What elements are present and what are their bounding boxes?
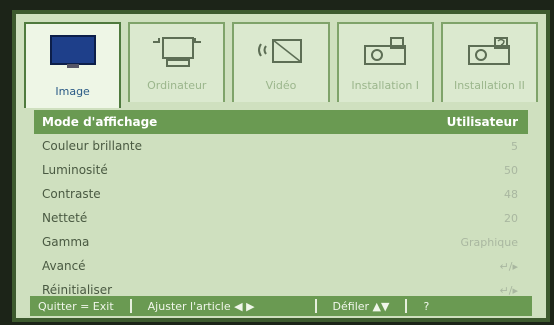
tab-label: Installation II (453, 79, 525, 92)
status-bar: Quitter = Exit Ajuster l'article ◀ ▶ Déf… (30, 296, 532, 316)
tab-installation-2[interactable]: Installation II (440, 22, 539, 102)
help-icon: ? (423, 299, 430, 313)
menu-item-label: Contraste (42, 187, 101, 201)
monitor-icon (49, 35, 96, 68)
menu-item-value: 20 (504, 211, 518, 225)
menu-item-value: ↵/▸ (499, 283, 518, 297)
tab-video[interactable]: Vidéo (232, 22, 330, 102)
tab-label: Installation I (351, 79, 420, 92)
menu-item-label: Luminosité (42, 163, 108, 177)
menu-item-couleur-brillante[interactable]: Couleur brillante 5 (34, 134, 528, 158)
settings-list: Mode d'affichage Utilisateur Couleur bri… (34, 110, 528, 302)
menu-item-value: Utilisateur (446, 115, 518, 129)
projector-help-icon (468, 37, 511, 65)
menu-item-luminosite[interactable]: Luminosité 50 (34, 158, 528, 182)
menu-item-contraste[interactable]: Contraste 48 (34, 182, 528, 206)
menu-item-avance[interactable]: Avancé ↵/▸ (34, 254, 528, 278)
tab-installation-1[interactable]: Installation I (336, 22, 434, 102)
menu-item-label: Réinitialiser (42, 283, 113, 297)
menu-item-label: Gamma (42, 235, 90, 249)
divider (129, 299, 132, 313)
tab-label: Vidéo (265, 79, 297, 92)
menu-item-value: 5 (511, 139, 518, 153)
tab-ordinateur[interactable]: Ordinateur (128, 22, 226, 102)
tab-label: Image (55, 85, 90, 98)
menu-item-value: ↵/▸ (499, 259, 518, 273)
menu-item-nettete[interactable]: Netteté 20 (34, 206, 528, 230)
divider (314, 299, 317, 313)
tab-bar: Image Ordinateur Vidéo Installation I In… (24, 22, 539, 108)
menu-item-gamma[interactable]: Gamma Graphique (34, 230, 528, 254)
menu-item-value: Graphique (460, 235, 518, 249)
menu-item-value: 48 (504, 187, 518, 201)
divider (405, 299, 408, 313)
menu-item-label: Avancé (42, 259, 86, 273)
adjust-hint: Ajuster l'article ◀ ▶ (147, 299, 255, 313)
projector-icon (364, 37, 407, 65)
scroll-hint: Défiler ▲▼ (332, 299, 390, 313)
tab-label: Ordinateur (147, 79, 207, 92)
osd-menu: Image Ordinateur Vidéo Installation I In… (12, 10, 550, 322)
computer-icon (152, 37, 201, 67)
video-signal-icon (258, 39, 302, 63)
menu-item-value: 50 (504, 163, 518, 177)
tab-image[interactable]: Image (24, 22, 122, 108)
menu-item-label: Couleur brillante (42, 139, 142, 153)
menu-item-label: Netteté (42, 211, 88, 225)
menu-item-mode-affichage[interactable]: Mode d'affichage Utilisateur (34, 110, 528, 134)
quit-hint: Quitter = Exit (38, 299, 114, 313)
menu-item-label: Mode d'affichage (42, 115, 158, 129)
